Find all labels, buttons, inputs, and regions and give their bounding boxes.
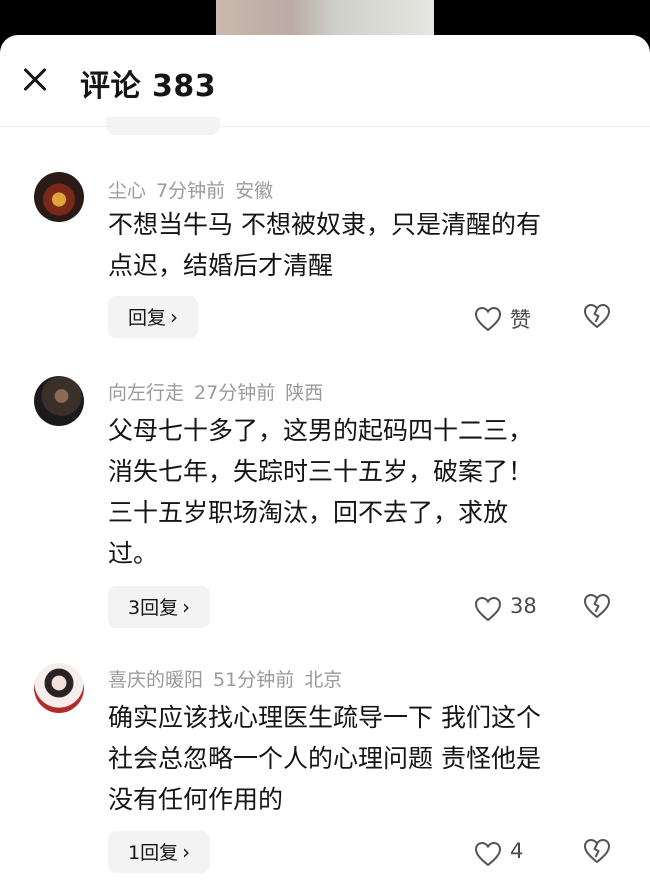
comment-count-title: 评论 383 <box>80 69 217 104</box>
comment-location: 陕西 <box>285 382 324 404</box>
comment-meta: 喜庆的暖阳 51分钟前 北京 <box>108 665 342 692</box>
chevron-right-icon: › <box>182 840 191 864</box>
broken-heart-icon <box>583 838 611 864</box>
comment-time: 51分钟前 <box>213 669 295 691</box>
comment-meta: 尘心 7分钟前 安徽 <box>108 176 273 203</box>
comment-sheet: 评论 383 尘心 7分钟前 安徽 不想当牛马 不想被奴隶，只是清醒的有 点迟，结婚… <box>0 35 650 885</box>
chevron-right-icon: › <box>170 305 179 329</box>
comment-username[interactable]: 向左行走 <box>108 382 184 404</box>
dislike-button[interactable] <box>582 837 614 869</box>
comment-location: 安徽 <box>235 180 274 202</box>
broken-heart-icon <box>583 593 611 619</box>
comment-text: 不想当牛马 不想被奴隶，只是清醒的有 点迟，结婚后才清醒 <box>108 210 541 280</box>
dislike-button[interactable] <box>582 302 614 334</box>
comment-meta: 向左行走 27分钟前 陕西 <box>108 378 323 405</box>
heart-icon <box>474 306 502 332</box>
avatar[interactable] <box>34 663 84 713</box>
comment-header: 评论 383 <box>0 35 650 127</box>
previous-reply-button[interactable] <box>106 117 220 135</box>
like-count: 4 <box>510 839 524 863</box>
comment-text: 确实应该找心理医生疏导一下 我们这个 社会总忽略一个人的心理问题 责怪他是 没有… <box>108 703 541 814</box>
broken-heart-icon <box>583 303 611 329</box>
avatar[interactable] <box>34 376 84 426</box>
comment-username[interactable]: 尘心 <box>108 180 146 202</box>
reply-button[interactable]: 1回复 › <box>108 831 211 873</box>
comment-time: 7分钟前 <box>156 180 226 202</box>
like-count: 38 <box>510 594 537 618</box>
comment-username[interactable]: 喜庆的暖阳 <box>108 669 203 691</box>
like-count: 赞 <box>510 308 531 332</box>
reply-button[interactable]: 3回复 › <box>108 586 211 628</box>
reply-button[interactable]: 回复 › <box>108 296 199 338</box>
close-icon[interactable] <box>18 63 52 97</box>
like-button[interactable]: 4 <box>474 835 544 871</box>
heart-icon <box>474 596 502 622</box>
like-button[interactable]: 赞 <box>474 300 544 336</box>
comment-time: 27分钟前 <box>194 382 276 404</box>
chevron-right-icon: › <box>182 595 191 619</box>
like-button[interactable]: 38 <box>474 590 544 626</box>
heart-icon <box>474 841 502 867</box>
comment-location: 北京 <box>304 669 343 691</box>
comment-text: 父母七十多了，这男的起码四十二三， 消失七年，失踪时三十五岁，破案了！ 三十五岁… <box>108 416 534 568</box>
avatar[interactable] <box>34 172 84 222</box>
dislike-button[interactable] <box>582 592 614 624</box>
